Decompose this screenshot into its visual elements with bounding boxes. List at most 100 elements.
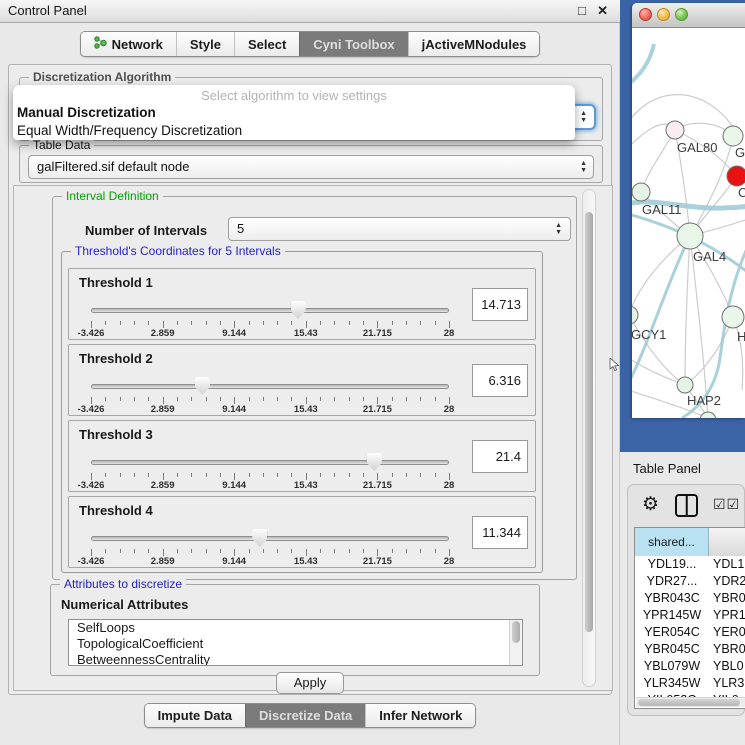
tab-cyni-toolbox[interactable]: Cyni Toolbox: [299, 32, 407, 56]
tick-label: 21.715: [363, 328, 392, 339]
node-gal80[interactable]: [666, 121, 684, 139]
table-row[interactable]: YBL079WYBL0: [635, 658, 745, 675]
tick-mark: [320, 473, 321, 477]
node-gal11[interactable]: [632, 183, 650, 201]
tick-mark: [120, 397, 121, 401]
dropdown-option-manual-discretization[interactable]: Manual Discretization: [13, 104, 575, 122]
tab-impute-data[interactable]: Impute Data: [145, 704, 245, 727]
close-traffic-light-icon[interactable]: [639, 8, 652, 21]
tab-discretize-data[interactable]: Discretize Data: [245, 704, 365, 727]
table-row[interactable]: YBR043CYBR0: [635, 590, 745, 607]
tick-mark: [320, 397, 321, 401]
table-row[interactable]: YPR145WYPR1: [635, 607, 745, 624]
tab-network[interactable]: Network: [81, 32, 176, 56]
table-row[interactable]: YBR045CYBR0: [635, 641, 745, 658]
table-panel-container: ⚙ ☑☑ shared...na YDL19...YDL1YDR27...YDR…: [627, 484, 745, 716]
attribute-item-topologicalcoefficient[interactable]: TopologicalCoefficient: [69, 636, 522, 652]
attribute-item-selfloops[interactable]: SelfLoops: [69, 620, 522, 636]
tick-mark: [377, 321, 378, 328]
node-partial[interactable]: [700, 412, 716, 418]
scrollbar-thumb[interactable]: [585, 212, 593, 632]
tick-mark: [306, 321, 307, 328]
apply-button[interactable]: Apply: [276, 672, 344, 694]
threshold-value-field[interactable]: 6.316: [472, 364, 528, 397]
tick-label: -3.426: [78, 556, 105, 567]
zoom-traffic-light-icon[interactable]: [675, 8, 688, 21]
tick-mark: [163, 549, 164, 556]
tick-mark: [263, 473, 264, 477]
table-row[interactable]: YDR27...YDR2: [635, 573, 745, 590]
tick-mark: [234, 397, 235, 404]
node-c[interactable]: [727, 166, 745, 186]
tab-infer-network[interactable]: Infer Network: [365, 704, 475, 727]
tick-mark: [191, 549, 192, 553]
tick-mark: [220, 321, 221, 325]
tick-mark: [91, 473, 92, 480]
threshold-value-field[interactable]: 14.713: [472, 288, 528, 321]
tick-label: 15.43: [294, 404, 318, 415]
list-vertical-scrollbar[interactable]: [509, 620, 522, 665]
node-gal4[interactable]: [677, 223, 703, 249]
table-row[interactable]: YER054CYER0: [635, 624, 745, 641]
network-canvas[interactable]: GAL80GACGAL11GAL4GCY1HHAP2: [632, 28, 745, 418]
tick-mark: [191, 473, 192, 477]
number-of-intervals-combobox[interactable]: 5: [228, 217, 571, 241]
slider-ticks: [91, 549, 449, 556]
attributes-group: Attributes to discretize Numerical Attri…: [50, 584, 540, 676]
node-table[interactable]: shared...na YDL19...YDL1YDR27...YDR2YBR0…: [634, 527, 745, 709]
threshold-value-field[interactable]: 21.4: [472, 440, 528, 473]
tick-mark: [163, 473, 164, 480]
column-header-name[interactable]: na: [709, 528, 745, 556]
threshold-value-field[interactable]: 11.344: [472, 516, 528, 549]
minimize-traffic-light-icon[interactable]: [657, 8, 670, 21]
node-hap2[interactable]: [677, 377, 693, 393]
list-scrollbar-thumb[interactable]: [512, 621, 520, 643]
slider-thumb[interactable]: [252, 529, 267, 547]
columns-layout-icon[interactable]: [675, 494, 698, 517]
close-icon[interactable]: ✕: [597, 3, 608, 19]
tick-mark: [420, 321, 421, 325]
cell-name: YPR1: [709, 607, 745, 624]
dropdown-option-equal-width-frequency-discretization[interactable]: Equal Width/Frequency Discretization: [13, 122, 575, 140]
table-scrollbar-thumb[interactable]: [638, 699, 740, 706]
table-horizontal-scrollbar[interactable]: [636, 697, 745, 707]
float-window-icon[interactable]: □: [578, 3, 586, 18]
threshold-slider[interactable]: [91, 527, 449, 549]
node-ga[interactable]: [723, 126, 743, 146]
slider-thumb[interactable]: [367, 453, 382, 471]
tick-mark: [291, 473, 292, 477]
table-data-combobox[interactable]: galFiltered.sif default node: [28, 155, 594, 179]
tick-mark: [406, 321, 407, 325]
tick-mark: [148, 549, 149, 553]
threshold-slider[interactable]: [91, 375, 449, 397]
threshold-slider[interactable]: [91, 451, 449, 473]
tab-jactivemnodules[interactable]: jActiveMNodules: [408, 32, 540, 56]
threshold-slider[interactable]: [91, 299, 449, 321]
gear-icon[interactable]: ⚙: [642, 493, 659, 516]
checkbox-filter-icons[interactable]: ☑☑: [713, 496, 740, 513]
table-row[interactable]: YLR345WYLR3: [635, 675, 745, 692]
tab-select[interactable]: Select: [234, 32, 299, 56]
network-window[interactable]: GAL80GACGAL11GAL4GCY1HHAP2: [632, 3, 745, 418]
settings-scroll-panel: Interval Definition Number of Intervals …: [13, 185, 613, 691]
node-h[interactable]: [722, 306, 744, 328]
tick-mark: [191, 321, 192, 325]
vertical-scrollbar[interactable]: [582, 189, 596, 687]
node-gcy1[interactable]: [632, 306, 638, 324]
tick-mark: [177, 321, 178, 325]
tab-style[interactable]: Style: [176, 32, 234, 56]
tick-mark: [249, 397, 250, 401]
slider-thumb[interactable]: [291, 301, 306, 319]
tick-mark: [105, 397, 106, 401]
attribute-item-betweennesscentrality[interactable]: BetweennessCentrality: [69, 652, 522, 666]
cell-name: YBR0: [709, 641, 745, 658]
table-row[interactable]: YDL19...YDL1: [635, 556, 745, 573]
slider-ticks: [91, 321, 449, 328]
numerical-attributes-list[interactable]: SelfLoopsTopologicalCoefficientBetweenne…: [68, 619, 523, 666]
tick-mark: [291, 549, 292, 553]
combo-spinner-icon: ▲▼: [580, 160, 587, 174]
slider-thumb[interactable]: [195, 377, 210, 395]
column-header-shared-name[interactable]: shared...: [635, 528, 709, 556]
tick-mark: [191, 397, 192, 401]
node-label: GA: [735, 145, 745, 160]
